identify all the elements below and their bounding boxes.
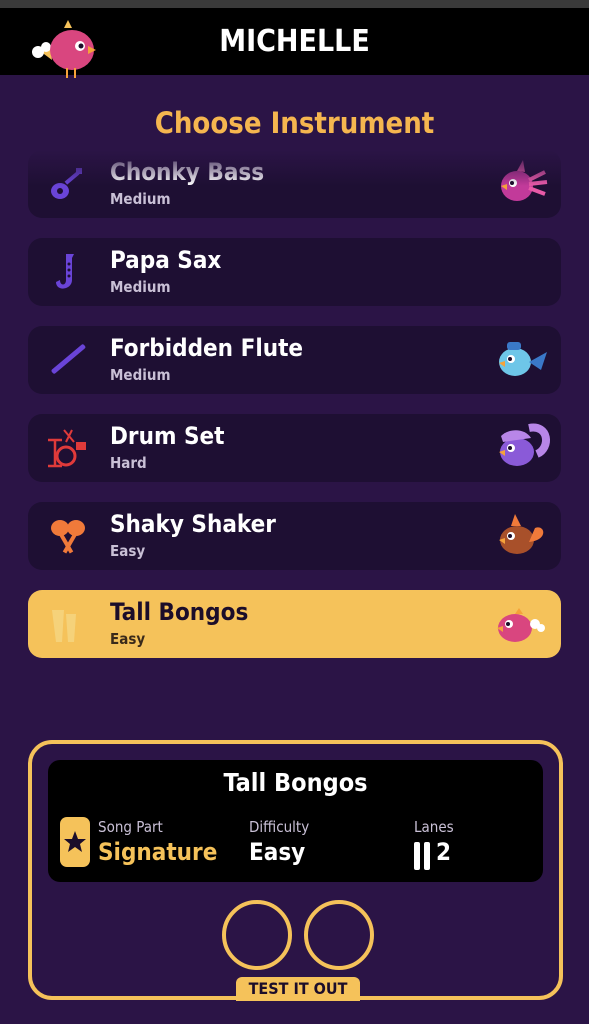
purple-bird-icon	[499, 423, 550, 466]
saxophone-icon	[56, 254, 74, 289]
lanes-value: 2	[436, 838, 452, 866]
maracas-icon	[51, 520, 85, 554]
instrument-difficulty: Hard	[110, 454, 147, 472]
drum-pad-right[interactable]	[304, 900, 374, 970]
test-it-out-button[interactable]: TEST IT OUT	[236, 977, 360, 1001]
instrument-name: Papa Sax	[110, 246, 222, 274]
guitar-icon	[51, 168, 82, 199]
instrument-difficulty: Medium	[110, 278, 171, 296]
instrument-difficulty: Easy	[110, 542, 146, 560]
difficulty-label: Difficulty	[249, 818, 310, 836]
flute-icon	[51, 344, 86, 374]
instrument-card-papa-sax[interactable]: Papa Sax Medium	[28, 238, 561, 306]
difficulty-value: Easy	[249, 838, 306, 866]
selected-instrument-name: Tall Bongos	[223, 768, 368, 797]
instrument-name: Tall Bongos	[110, 598, 249, 626]
song-part-badge	[60, 817, 90, 867]
instrument-card-shaky-shaker[interactable]: Shaky Shaker Easy	[28, 502, 561, 570]
instrument-difficulty: Medium	[110, 190, 171, 208]
lanes-icon	[414, 842, 432, 870]
instrument-name: Shaky Shaker	[110, 510, 276, 538]
instrument-difficulty: Easy	[110, 630, 146, 648]
drum-pad-left[interactable]	[222, 900, 292, 970]
star-icon	[64, 831, 86, 852]
page-title: Choose Instrument	[154, 106, 435, 140]
instrument-list[interactable]: Chonky Bass Medium Papa Sax Medium Forbi…	[28, 150, 561, 670]
lanes-label: Lanes	[414, 818, 454, 836]
drum-set-icon	[48, 429, 86, 468]
song-part-value: Signature	[98, 838, 218, 866]
instrument-info-box: Tall Bongos Song Part Signature Difficul…	[48, 760, 543, 882]
top-bar: MICHELLE	[0, 8, 589, 78]
instrument-detail-panel: Tall Bongos Song Part Signature Difficul…	[28, 740, 563, 1001]
instrument-name: Chonky Bass	[110, 158, 265, 186]
status-bar	[0, 0, 589, 8]
instrument-name: Drum Set	[110, 422, 225, 450]
instrument-card-forbidden-flute[interactable]: Forbidden Flute Medium	[28, 326, 561, 394]
instrument-name: Forbidden Flute	[110, 334, 304, 362]
blue-bird-icon	[499, 342, 547, 376]
instrument-card-chonky-bass[interactable]: Chonky Bass Medium	[28, 150, 561, 218]
bird-avatar-icon[interactable]	[26, 14, 98, 78]
bongos-icon	[52, 610, 76, 642]
pink-bird-icon	[497, 608, 545, 642]
instrument-card-tall-bongos[interactable]: Tall Bongos Easy	[28, 590, 561, 658]
brown-bird-icon	[499, 514, 544, 554]
instrument-card-drum-set[interactable]: Drum Set Hard	[28, 414, 561, 482]
song-part-label: Song Part	[98, 818, 163, 836]
instrument-difficulty: Medium	[110, 366, 171, 384]
pink-crested-bird-icon	[501, 160, 548, 201]
